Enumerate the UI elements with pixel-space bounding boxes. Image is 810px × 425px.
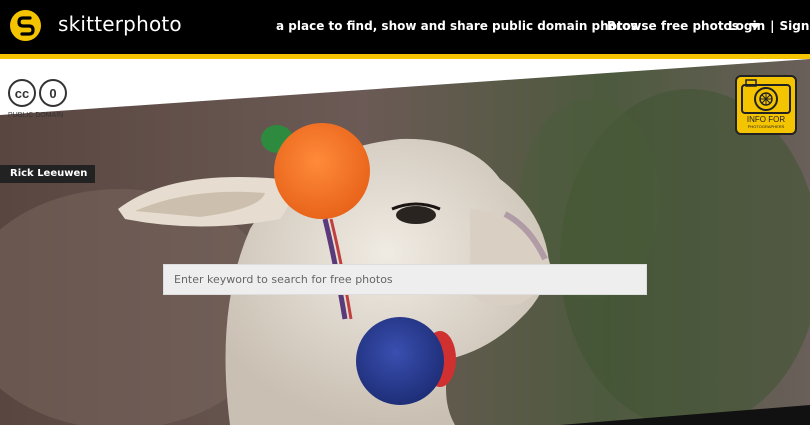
camera-icon xyxy=(741,79,791,114)
photo-search-input[interactable] xyxy=(163,264,647,295)
browse-photos-label: Browse free photos xyxy=(607,19,739,33)
cc-zero-icon: 0 xyxy=(39,79,67,107)
auth-separator: | xyxy=(770,19,775,33)
llama-photo-image xyxy=(0,59,810,425)
site-logo-text[interactable]: skitterphoto xyxy=(58,12,182,36)
login-link[interactable]: Login xyxy=(728,19,765,33)
skitterphoto-logo-icon[interactable] xyxy=(10,10,41,41)
info-for-photographers-button[interactable]: INFO FOR PHOTOGRAPHERS xyxy=(735,75,797,135)
license-label: PUBLIC DOMAIN xyxy=(8,112,64,119)
auth-links: Login | Signup xyxy=(728,19,810,33)
info-badge-subtitle: PHOTOGRAPHERS xyxy=(747,124,785,129)
hero-photo xyxy=(0,59,810,425)
header-accent-stripe xyxy=(0,54,810,59)
signup-link[interactable]: Signup xyxy=(780,19,810,33)
site-tagline: a place to find, show and share public d… xyxy=(276,19,639,33)
top-navigation-bar: skitterphoto a place to find, show and s… xyxy=(0,0,810,54)
cc-icon: cc xyxy=(8,79,36,107)
photographer-credit-link[interactable]: Rick Leeuwen xyxy=(0,165,95,183)
creative-commons-logo: cc 0 xyxy=(8,79,67,107)
info-badge-title: INFO FOR xyxy=(746,115,786,124)
